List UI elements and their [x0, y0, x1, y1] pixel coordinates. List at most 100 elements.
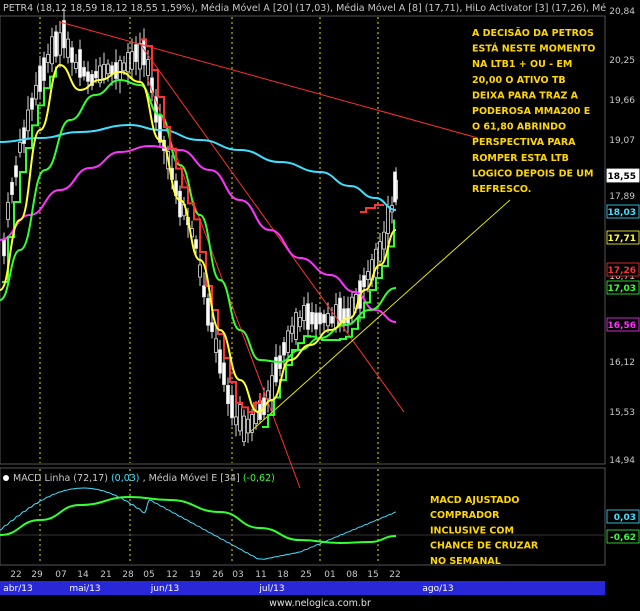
candle-body	[118, 59, 122, 81]
candle-body	[146, 59, 150, 76]
candle-body	[222, 362, 226, 385]
annotation-main-line: PODEROSA MMA200 E	[472, 106, 590, 117]
candle-body	[346, 308, 350, 324]
main-header-text: PETR4 (18,12 18,59 18,12 18,55 1,59%), M…	[3, 3, 606, 14]
candle-body	[42, 57, 46, 81]
candle-body	[314, 312, 318, 330]
annotation-main: A DECISÃO DA PETROS ESTÁ NESTE MOMENTO NA …	[472, 28, 595, 195]
candle-body	[318, 312, 322, 325]
candle-body	[138, 43, 142, 70]
x-day-label: 26	[212, 570, 224, 580]
price-tag-label: 18,55	[608, 172, 636, 182]
macd-tag: -0,62	[606, 529, 640, 544]
x-day-label: 22	[10, 570, 21, 580]
candle-body	[46, 54, 50, 63]
candle-body	[66, 38, 70, 58]
candle-body	[286, 330, 290, 353]
candle-body	[178, 190, 182, 218]
candle-body	[70, 47, 74, 63]
price-tag: 18,03	[606, 204, 640, 219]
annotation-macd-line: MACD AJUSTADO	[430, 495, 519, 506]
candle-body	[126, 52, 130, 73]
macd-header-prefix: MACD Linha (72,17)	[13, 473, 108, 484]
candle-body	[34, 84, 38, 100]
x-day-label: 07	[55, 570, 66, 580]
price-tag-label: 18,03	[608, 208, 636, 218]
macd-header: MACD Linha (72,17) (0,03) , Média Móvel …	[13, 473, 275, 484]
x-day-label: 29	[31, 570, 43, 580]
candle-body	[378, 241, 382, 262]
price-tag: 17,26	[606, 262, 640, 277]
price-tag-label: 17,26	[608, 266, 636, 276]
candle-body	[290, 325, 294, 334]
candle-body-last	[393, 171, 397, 203]
annotation-main-line: PERSPECTIVA PARA	[472, 137, 576, 148]
x-day-label: 22	[389, 570, 400, 580]
candle-body	[134, 44, 138, 63]
x-month-label: jun/13	[150, 584, 179, 594]
x-day-label: 25	[300, 570, 311, 580]
annotation-main-line: 20,00 O ATIVO TB	[472, 75, 566, 86]
candle-body	[298, 317, 302, 328]
candle-body	[230, 395, 234, 419]
candle-body	[14, 165, 18, 178]
macd-value-tags: 0,03 -0,62	[606, 509, 640, 544]
annotation-macd-line: COMPRADOR	[430, 510, 500, 521]
candle-body	[350, 296, 354, 317]
price-tag-label: 17,71	[608, 234, 636, 244]
candle-body	[86, 71, 90, 82]
candle-body	[246, 418, 250, 434]
candle-body	[30, 97, 34, 110]
candle-body	[386, 206, 390, 234]
annotation-main-line: ROMPER ESTA LTB	[472, 153, 569, 164]
price-tag-label: 17,03	[608, 284, 636, 294]
candle-body	[2, 238, 6, 257]
annotation-main-line: O 61,80 ABRINDO	[472, 122, 566, 133]
annotation-macd-line: INCLUSIVE COM	[430, 525, 514, 536]
price-tick: 20,25	[609, 56, 635, 66]
candle-body	[330, 316, 334, 324]
price-tick: 17,89	[609, 192, 635, 202]
x-month-label: mai/13	[69, 584, 100, 594]
candle-body	[94, 70, 98, 79]
candle-body	[322, 313, 326, 324]
macd-panel-marker-icon	[3, 475, 9, 481]
macd-tag-label: 0,03	[614, 513, 636, 523]
candle-body	[202, 285, 206, 298]
price-tick: 19,66	[609, 96, 635, 106]
candle-body	[74, 61, 78, 69]
candle-body	[214, 338, 218, 353]
candle-body	[78, 49, 82, 78]
x-day-label: 28	[122, 570, 134, 580]
candle-body	[50, 36, 54, 65]
candle-body	[194, 239, 198, 249]
annotation-main-line: DEIXA PARA TRAZ A	[472, 90, 579, 101]
annotation-main-line: A DECISÃO DA PETROS	[472, 28, 594, 39]
x-month-label: ago/13	[422, 584, 453, 594]
x-day-label: 05	[143, 570, 154, 580]
candle-body	[218, 349, 222, 374]
candle-body	[302, 305, 306, 321]
chart-root: PETR4 (18,12 18,59 18,12 18,55 1,59%), M…	[0, 3, 640, 609]
annotation-main-line: REFRESCO.	[472, 184, 531, 195]
x-day-label: 01	[324, 570, 335, 580]
candle-body	[38, 65, 42, 92]
price-tick: 19,07	[609, 136, 635, 146]
price-tag-label: 16,56	[608, 321, 636, 331]
candle-body	[26, 109, 30, 132]
x-month-label: jul/13	[258, 584, 284, 594]
candle-body	[282, 342, 286, 356]
x-day-label: 15	[367, 570, 378, 580]
candle-body	[206, 298, 210, 326]
price-tick: 20,84	[609, 7, 635, 17]
candle-body	[234, 416, 238, 426]
price-tick: 16,12	[609, 358, 635, 368]
footer-url[interactable]: www.nelogica.com.br	[269, 598, 371, 609]
candle-body	[210, 322, 214, 333]
candle-body	[198, 264, 202, 278]
annotation-main-line: LOGICO DEPOIS DE UM	[472, 168, 593, 179]
candle-body	[310, 312, 314, 325]
candle-body	[226, 384, 230, 405]
candle-body	[62, 20, 66, 49]
candle-body	[102, 64, 106, 79]
